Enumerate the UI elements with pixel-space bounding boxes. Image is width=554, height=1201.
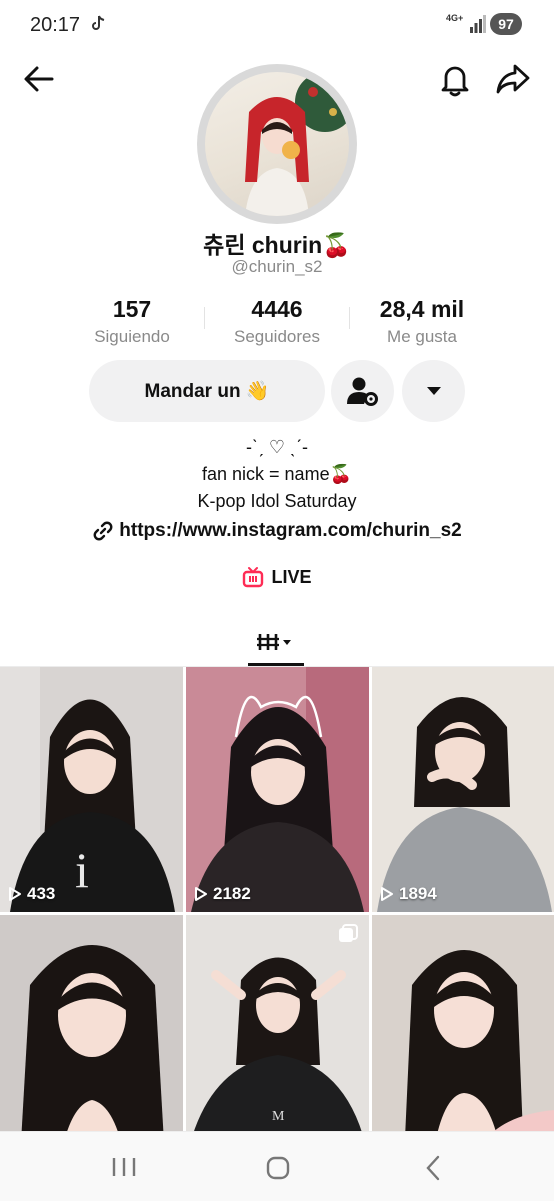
view-count: 1894 [380,884,437,904]
stat-followers-value: 4446 [251,296,303,322]
svg-text:M: M [272,1109,285,1124]
tiktok-notification-icon [92,15,105,30]
person-settings-icon [346,377,378,406]
view-count-text: 433 [27,884,56,903]
stat-likes-value: 28,4 mil [379,296,465,322]
play-icon [381,887,393,901]
share-button[interactable] [495,62,531,96]
bio-link[interactable]: https://www.instagram.com/churin_s2 [0,520,554,542]
back-button[interactable] [22,62,56,96]
bio-line: -ˋˏ ♡ ˎˊ- [245,437,309,457]
play-icon [9,887,21,901]
multi-photo-icon [339,924,358,942]
battery-indicator: 97 [490,13,522,35]
home-icon[interactable] [266,1156,290,1180]
add-friend-settings-button[interactable] [331,360,394,422]
username-handle: @churin_s2 [231,257,323,276]
stat-likes-label: Me gusta [387,327,457,346]
video-thumbnail[interactable]: M [186,915,369,1160]
bio-line: fan nick = name🍒 [202,464,352,484]
arrow-left-icon [24,66,54,92]
signal-icon [470,15,486,33]
avatar-photo [205,72,349,216]
video-thumbnail[interactable] [0,915,183,1160]
share-arrow-icon [496,64,530,94]
grid-icon [257,633,291,650]
more-dropdown-button[interactable] [402,360,465,422]
view-count: 2182 [194,884,251,904]
bell-icon [441,66,469,97]
message-button[interactable]: Mandar un 👋 [89,360,325,422]
tab-videos[interactable] [248,620,304,666]
bio-link-text: https://www.instagram.com/churin_s2 [119,520,462,541]
stat-followers[interactable]: 4446 Seguidores [202,296,352,347]
recents-icon[interactable] [111,1156,137,1178]
svg-text:i: i [75,842,89,898]
view-count-text: 2182 [213,884,251,903]
notifications-button[interactable] [438,62,472,98]
video-thumbnail[interactable] [372,915,554,1160]
stat-likes[interactable]: 28,4 mil Me gusta [347,296,497,347]
play-icon [195,887,207,901]
content-tabs [0,620,554,667]
video-thumbnail[interactable]: i 433 [0,667,183,912]
view-count-text: 1894 [399,884,437,903]
system-nav-bar [0,1131,554,1201]
live-label: LIVE [271,566,312,587]
stat-followers-label: Seguidores [233,327,320,346]
avatar[interactable] [197,64,357,224]
back-icon[interactable] [424,1155,442,1181]
live-button[interactable]: LIVE [0,566,554,588]
caret-down-icon [426,387,441,395]
video-thumbnail[interactable]: 1894 [372,667,554,912]
stat-following-label: Siguiendo [94,327,170,346]
tv-icon [243,567,264,588]
display-name: 츄린 churin🍒 [203,232,351,258]
link-icon [93,521,113,541]
view-count: 433 [8,884,55,904]
status-time: 20:17 [30,14,81,36]
stat-following-value: 157 [112,296,152,322]
bio-line: K-pop Idol Saturday [197,491,357,511]
stat-following[interactable]: 157 Siguiendo [57,296,207,347]
status-bar: 20:17 4G+ 97 [0,0,554,50]
network-indicator: 4G+ [446,13,464,23]
video-thumbnail[interactable]: 2182 [186,667,369,912]
